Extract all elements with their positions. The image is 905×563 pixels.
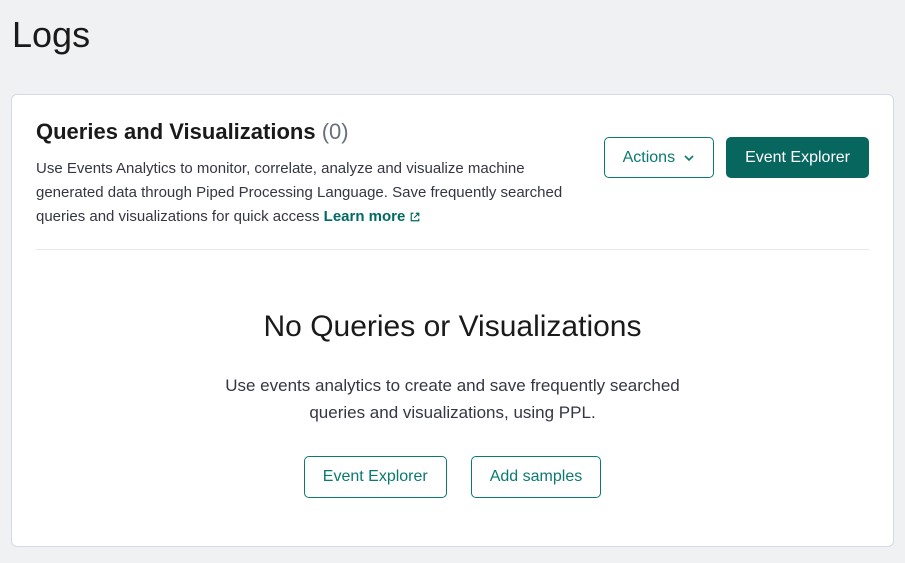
external-link-icon bbox=[409, 211, 421, 223]
card-header-left: Queries and Visualizations (0) Use Event… bbox=[36, 119, 604, 229]
event-explorer-button-label: Event Explorer bbox=[745, 148, 850, 167]
card-header: Queries and Visualizations (0) Use Event… bbox=[36, 119, 869, 250]
card-title: Queries and Visualizations (0) bbox=[36, 119, 580, 145]
card-title-count: (0) bbox=[322, 119, 349, 144]
event-explorer-button[interactable]: Event Explorer bbox=[726, 137, 869, 178]
actions-button-label: Actions bbox=[623, 148, 675, 167]
add-samples-label: Add samples bbox=[490, 467, 583, 486]
card-description-text: Use Events Analytics to monitor, correla… bbox=[36, 160, 562, 225]
queries-visualizations-card: Queries and Visualizations (0) Use Event… bbox=[11, 94, 894, 547]
learn-more-label: Learn more bbox=[324, 205, 406, 229]
empty-event-explorer-label: Event Explorer bbox=[323, 467, 428, 486]
chevron-down-icon bbox=[683, 152, 695, 164]
empty-event-explorer-button[interactable]: Event Explorer bbox=[304, 456, 447, 497]
empty-state: No Queries or Visualizations Use events … bbox=[36, 250, 869, 522]
actions-button[interactable]: Actions bbox=[604, 137, 714, 178]
card-description: Use Events Analytics to monitor, correla… bbox=[36, 157, 576, 229]
empty-state-title: No Queries or Visualizations bbox=[56, 310, 849, 344]
page-title: Logs bbox=[0, 0, 905, 74]
add-samples-button[interactable]: Add samples bbox=[471, 456, 602, 497]
learn-more-link[interactable]: Learn more bbox=[324, 205, 422, 229]
empty-state-description: Use events analytics to create and save … bbox=[213, 372, 693, 426]
card-header-actions: Actions Event Explorer bbox=[604, 119, 869, 178]
card-title-text: Queries and Visualizations bbox=[36, 119, 316, 144]
empty-state-actions: Event Explorer Add samples bbox=[56, 456, 849, 497]
